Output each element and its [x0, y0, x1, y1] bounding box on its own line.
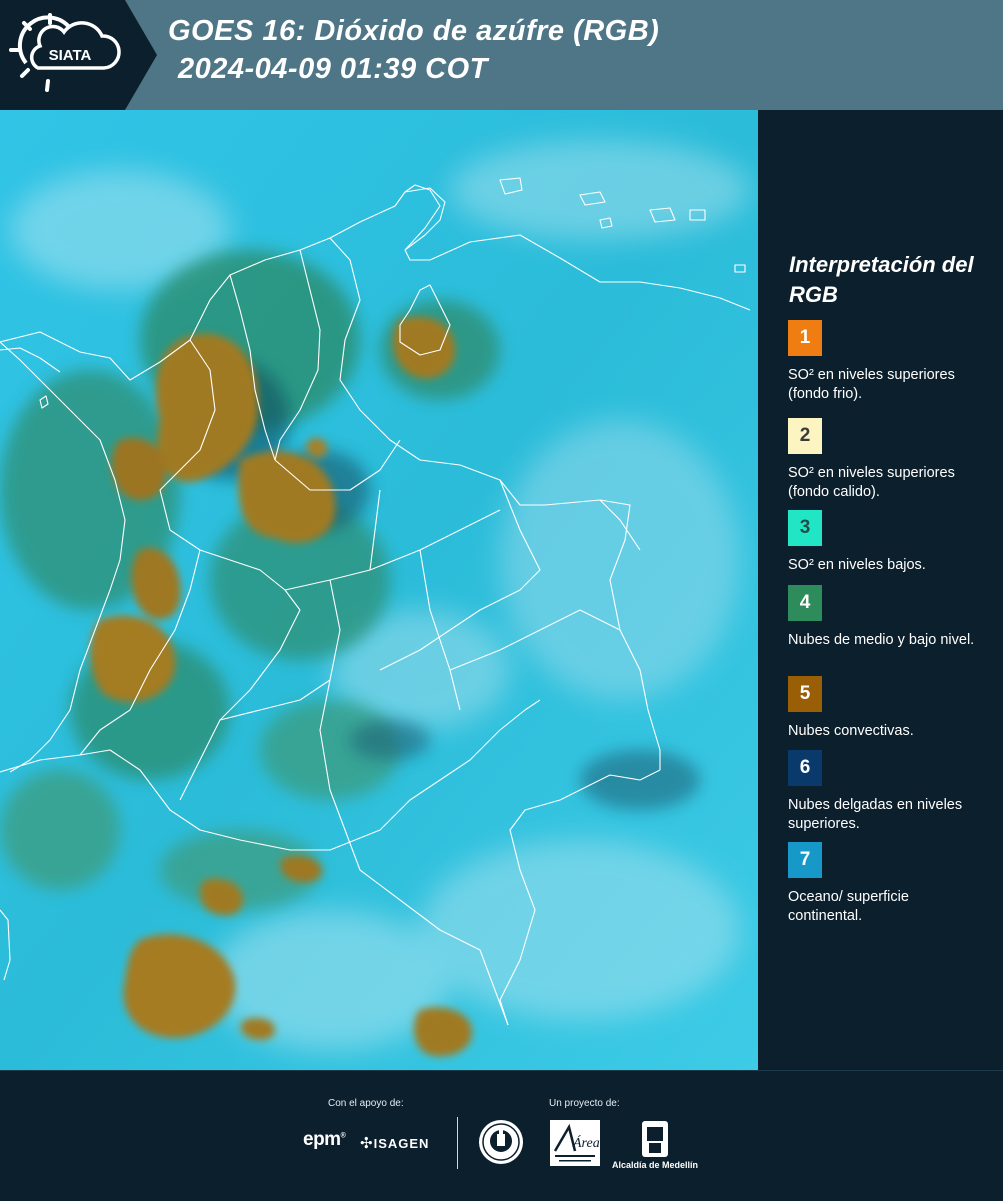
legend-item-3: 3 SO² en niveles bajos. — [788, 510, 983, 575]
legend-swatch: 1 — [788, 320, 822, 356]
epm-logo: epm® — [303, 1129, 346, 1150]
legend-number: 5 — [799, 683, 811, 704]
alcaldia-label: Alcaldía de Medellín — [612, 1160, 699, 1170]
isagen-logo: ✣ISAGEN — [360, 1134, 429, 1152]
legend-description: SO² en niveles superiores (fondo frio). — [788, 367, 955, 402]
area-logo-text: Área — [572, 1134, 600, 1151]
legend-item-7: 7 Oceano/ superficie continental. — [788, 842, 983, 926]
project-label: Un proyecto de: — [549, 1098, 620, 1109]
legend-number: 6 — [799, 757, 811, 778]
siata-logo: SIATA — [0, 0, 157, 110]
legend-number: 4 — [799, 592, 811, 613]
page-timestamp: 2024-04-09 01:39 COT — [178, 53, 488, 85]
header-bar: SIATA GOES 16: Dióxido de azúfre (RGB) 2… — [0, 0, 1003, 110]
legend-number: 3 — [799, 517, 811, 538]
epm-logo-text: epm — [303, 1129, 341, 1150]
footer-divider — [457, 1117, 458, 1169]
legend-swatch: 7 — [788, 842, 822, 878]
legend-number: 2 — [799, 425, 811, 446]
legend-swatch: 6 — [788, 750, 822, 786]
legend-item-6: 6 Nubes delgadas en niveles superiores. — [788, 750, 983, 834]
legend-description: Oceano/ superficie continental. — [788, 889, 909, 924]
legend-description: Nubes delgadas en niveles superiores. — [788, 797, 963, 832]
legend-description: Nubes de medio y bajo nivel. — [788, 632, 975, 648]
legend-item-4: 4 Nubes de medio y bajo nivel. — [788, 585, 983, 650]
map-canvas — [0, 110, 758, 1070]
legend-swatch: 3 — [788, 510, 822, 546]
legend-panel: Interpretación del RGB 1 SO² en niveles … — [760, 110, 1003, 1070]
alcaldia-shield-icon — [642, 1121, 668, 1157]
legend-description: Nubes convectivas. — [788, 723, 914, 739]
legend-description: SO² en niveles bajos. — [788, 557, 926, 573]
medellin-seal-icon — [479, 1120, 523, 1164]
isagen-logo-text: ISAGEN — [373, 1136, 430, 1151]
legend-swatch: 4 — [788, 585, 822, 621]
legend-title: Interpretación del RGB — [789, 252, 974, 307]
logo-text: SIATA — [49, 47, 92, 64]
legend-item-5: 5 Nubes convectivas. — [788, 676, 983, 741]
legend-swatch: 5 — [788, 676, 822, 712]
legend-swatch: 2 — [788, 418, 822, 454]
legend-number: 1 — [799, 327, 811, 348]
legend-item-2: 2 SO² en niveles superiores (fondo calid… — [788, 418, 983, 502]
page-title: GOES 16: Dióxido de azúfre (RGB) — [168, 15, 660, 47]
support-label: Con el apoyo de: — [328, 1098, 404, 1109]
footer-bar: Con el apoyo de: Un proyecto de: epm® ✣I… — [0, 1070, 1003, 1201]
satellite-map[interactable] — [0, 110, 760, 1070]
area-metropolitana-logo: Área — [550, 1120, 600, 1166]
legend-item-1: 1 SO² en niveles superiores (fondo frio)… — [788, 320, 983, 404]
legend-number: 7 — [799, 849, 811, 870]
legend-description: SO² en niveles superiores (fondo calido)… — [788, 465, 955, 500]
isagen-mark-icon: ✣ — [360, 1135, 374, 1152]
